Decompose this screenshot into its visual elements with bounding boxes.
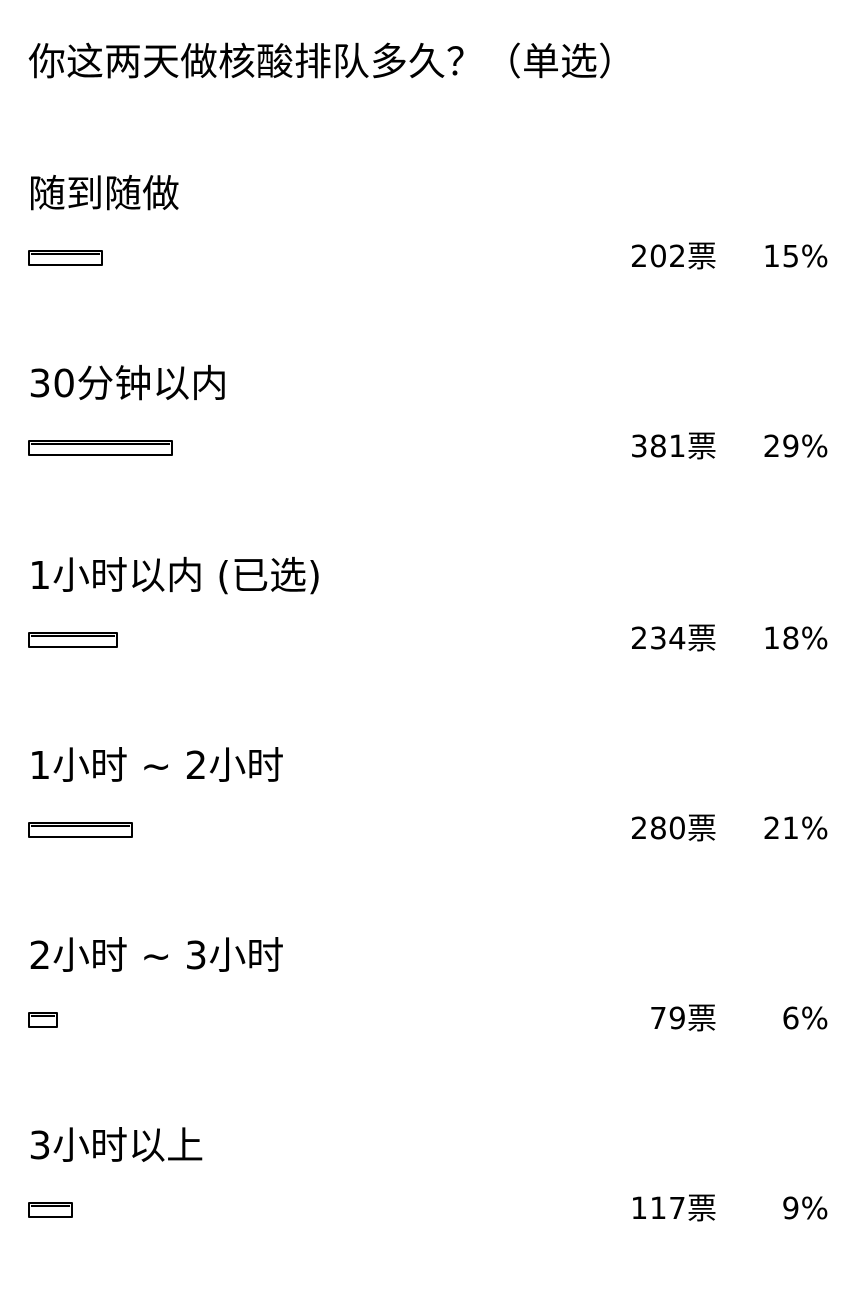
result-bar — [28, 440, 173, 456]
poll-option-3[interactable]: 1小时 ~ 2小时 280票 21% — [0, 738, 861, 928]
result-bar-track — [28, 822, 318, 838]
option-label: 1小时以内 (已选) — [28, 554, 322, 598]
vote-percent: 18% — [762, 622, 829, 657]
result-bar-track — [28, 1012, 318, 1028]
poll-option-1[interactable]: 30分钟以内 381票 29% — [0, 356, 861, 546]
option-label: 30分钟以内 — [28, 362, 229, 406]
vote-count: 280票 — [629, 812, 717, 847]
result-bar-track — [28, 1202, 318, 1218]
option-label: 随到随做 — [28, 172, 181, 216]
result-bar-track — [28, 250, 318, 266]
vote-count: 117票 — [629, 1192, 717, 1227]
poll-option-4[interactable]: 2小时 ~ 3小时 79票 6% — [0, 928, 861, 1118]
vote-count: 234票 — [629, 622, 717, 657]
poll-card: 你这两天做核酸排队多久？（单选） 随到随做 202票 15% 30分钟以内 38… — [0, 0, 861, 1288]
vote-percent: 15% — [762, 240, 829, 275]
poll-option-2[interactable]: 1小时以内 (已选) 234票 18% — [0, 548, 861, 738]
result-bar-track — [28, 440, 318, 456]
poll-title: 你这两天做核酸排队多久？（单选） — [28, 40, 637, 84]
result-bar — [28, 250, 103, 266]
option-label: 1小时 ~ 2小时 — [28, 744, 285, 788]
result-bar — [28, 1202, 73, 1218]
result-bar — [28, 632, 118, 648]
result-bar — [28, 1012, 58, 1028]
vote-count: 202票 — [629, 240, 717, 275]
result-bar-track — [28, 632, 318, 648]
option-label: 2小时 ~ 3小时 — [28, 934, 285, 978]
vote-count: 79票 — [648, 1002, 717, 1037]
vote-percent: 6% — [781, 1002, 829, 1037]
vote-percent: 29% — [762, 430, 829, 465]
poll-option-0[interactable]: 随到随做 202票 15% — [0, 166, 861, 356]
vote-percent: 9% — [781, 1192, 829, 1227]
result-bar — [28, 822, 133, 838]
vote-percent: 21% — [762, 812, 829, 847]
vote-count: 381票 — [629, 430, 717, 465]
poll-option-5[interactable]: 3小时以上 117票 9% — [0, 1118, 861, 1308]
option-label: 3小时以上 — [28, 1124, 205, 1168]
